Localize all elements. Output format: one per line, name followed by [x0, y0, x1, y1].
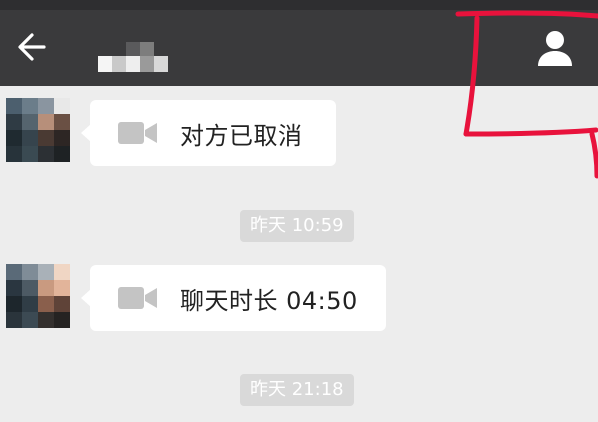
video-camera-icon — [118, 122, 157, 144]
timestamp-badge: 昨天 21:18 — [240, 374, 354, 406]
video-camera-icon — [118, 287, 157, 309]
person-icon — [538, 31, 572, 66]
contact-avatar[interactable] — [6, 98, 70, 162]
arrow-left-icon — [18, 33, 46, 61]
chat-info-button[interactable] — [530, 26, 580, 70]
video-call-message[interactable]: 对方已取消 — [81, 100, 336, 166]
chat-header — [0, 10, 598, 86]
video-call-message[interactable]: 聊天时长 04:50 — [81, 265, 386, 331]
message-list[interactable]: 对方已取消 昨天 10:59 聊天时长 04:50 昨天 21:18 — [0, 86, 598, 422]
back-button[interactable] — [14, 30, 54, 64]
chat-title-obscured — [98, 34, 178, 74]
call-duration-text: 聊天时长 04:50 — [180, 286, 358, 315]
timestamp-badge: 昨天 10:59 — [240, 210, 354, 242]
contact-avatar[interactable] — [6, 264, 70, 328]
call-status-text: 对方已取消 — [180, 121, 303, 150]
status-bar — [0, 0, 598, 10]
